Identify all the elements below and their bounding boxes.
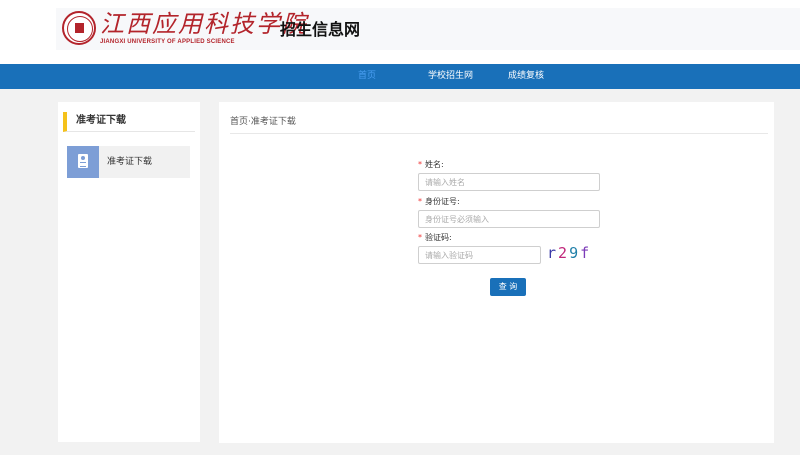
school-name-logo[interactable]: 江西应用科技学院: [100, 9, 308, 39]
name-input[interactable]: [418, 173, 600, 191]
nav-score-review[interactable]: 成绩复核: [508, 64, 544, 89]
captcha-char: 9: [569, 244, 581, 262]
sidebar-item-label: 准考证下载: [107, 157, 153, 167]
sidebar-item-admission-ticket[interactable]: 准考证下载: [67, 146, 190, 178]
site-title: 招生信息网: [280, 20, 361, 39]
required-mark: *: [418, 233, 422, 242]
breadcrumb: 首页·准考证下载: [230, 114, 768, 134]
main-content: 首页·准考证下载 *姓名: *身份证号: *验证码: r29f 查 询: [219, 102, 774, 443]
id-number-input[interactable]: [418, 210, 600, 228]
captcha-char: 2: [558, 244, 570, 262]
sidebar-title: 准考证下载: [63, 112, 195, 132]
captcha-input[interactable]: [418, 246, 541, 264]
name-label-text: 姓名:: [425, 160, 444, 169]
nav-home[interactable]: 首页: [358, 64, 376, 89]
name-label: * 姓名:: [418, 159, 444, 170]
captcha-image[interactable]: r29f: [547, 244, 591, 262]
main-nav: 首页 学校招生网 成绩复核: [0, 64, 800, 89]
required-mark: *: [418, 197, 422, 206]
id-number-label: * 身份证号:: [418, 196, 460, 207]
nav-school-admission[interactable]: 学校招生网: [428, 64, 473, 89]
id-number-label-text: 身份证号:: [425, 197, 460, 206]
sidebar: 准考证下载 准考证下载: [58, 102, 200, 442]
captcha-label-text: 验证码:: [425, 233, 452, 242]
site-header: 江西应用科技学院 JIANGXI UNIVERSITY OF APPLIED S…: [0, 0, 800, 64]
breadcrumb-current: 准考证下载: [250, 117, 296, 127]
captcha-char: r: [547, 244, 559, 262]
captcha-label: * 验证码:: [418, 232, 452, 243]
admission-ticket-icon: [67, 146, 99, 178]
query-button[interactable]: 查 询: [490, 278, 526, 296]
captcha-char: f: [580, 244, 592, 262]
breadcrumb-home[interactable]: 首页: [230, 114, 248, 127]
school-name-english: JIANGXI UNIVERSITY OF APPLIED SCIENCE: [100, 39, 235, 45]
required-mark: *: [418, 160, 422, 169]
school-seal-icon[interactable]: [62, 11, 96, 45]
